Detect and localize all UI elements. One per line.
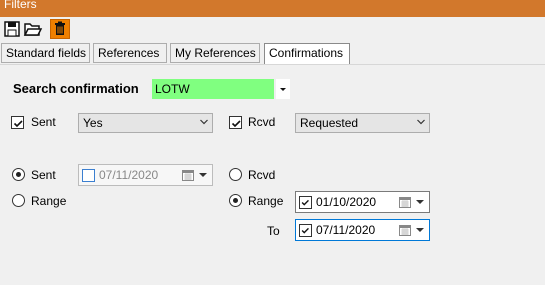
- calendar-icon: [399, 225, 411, 236]
- rcvd-range-radio-label: Range: [248, 194, 284, 208]
- rcvd-to-date-checkbox[interactable]: [299, 224, 312, 237]
- chevron-down-icon: [416, 228, 424, 232]
- chevron-down-icon: [200, 119, 208, 125]
- sent-date-checkbox[interactable]: [82, 169, 95, 182]
- search-confirmation-label: Search confirmation: [13, 81, 139, 96]
- chevron-down-icon: [417, 119, 425, 125]
- sent-select[interactable]: Yes: [78, 113, 213, 133]
- rcvd-to-label: To: [267, 224, 280, 238]
- tab-references[interactable]: References: [93, 43, 167, 63]
- sent-range-radio-label: Range: [31, 194, 67, 208]
- rcvd-checkbox[interactable]: [229, 116, 242, 129]
- toolbar: [0, 17, 545, 41]
- tab-my-references[interactable]: My References: [170, 43, 260, 63]
- sent-label: Sent: [31, 115, 56, 129]
- sent-range-radio[interactable]: [12, 194, 25, 207]
- save-icon[interactable]: [2, 19, 22, 39]
- rcvd-date-radio[interactable]: [229, 168, 242, 181]
- rcvd-from-date-value: 01/10/2020: [316, 195, 377, 209]
- window-title: Filters: [4, 0, 37, 11]
- rcvd-select[interactable]: Requested: [295, 113, 430, 133]
- chevron-down-icon: [199, 173, 207, 177]
- rcvd-from-date-picker[interactable]: 01/10/2020: [295, 191, 430, 213]
- rcvd-range-radio[interactable]: [229, 194, 242, 207]
- filter-tabs: Standard fields References My References…: [0, 43, 545, 65]
- tab-confirmations[interactable]: Confirmations: [264, 43, 350, 65]
- sent-date-value: 07/11/2020: [99, 168, 159, 182]
- chevron-down-icon: [416, 200, 424, 204]
- rcvd-to-date-picker[interactable]: 07/11/2020: [295, 219, 430, 241]
- rcvd-label: Rcvd: [248, 115, 276, 129]
- calendar-icon: [399, 197, 411, 208]
- folder-open-icon[interactable]: [23, 19, 43, 39]
- rcvd-from-date-checkbox[interactable]: [299, 196, 312, 209]
- rcvd-select-value: Requested: [300, 116, 359, 130]
- window-title-bar: Filters: [0, 0, 545, 17]
- sent-date-picker[interactable]: 07/11/2020: [78, 164, 213, 186]
- search-confirmation-value: LOTW: [155, 82, 190, 96]
- calendar-icon: [182, 170, 194, 181]
- rcvd-date-radio-label: Rcvd: [248, 168, 276, 182]
- trash-icon[interactable]: [50, 19, 70, 39]
- tab-standard-fields[interactable]: Standard fields: [1, 43, 90, 63]
- sent-date-radio[interactable]: [12, 168, 25, 181]
- sent-select-value: Yes: [83, 116, 103, 130]
- search-confirmation-select[interactable]: LOTW: [152, 79, 274, 99]
- search-confirmation-dropdown-icon[interactable]: [276, 79, 290, 99]
- rcvd-to-date-value: 07/11/2020: [316, 223, 376, 237]
- sent-checkbox[interactable]: [11, 116, 24, 129]
- sent-date-radio-label: Sent: [31, 168, 56, 182]
